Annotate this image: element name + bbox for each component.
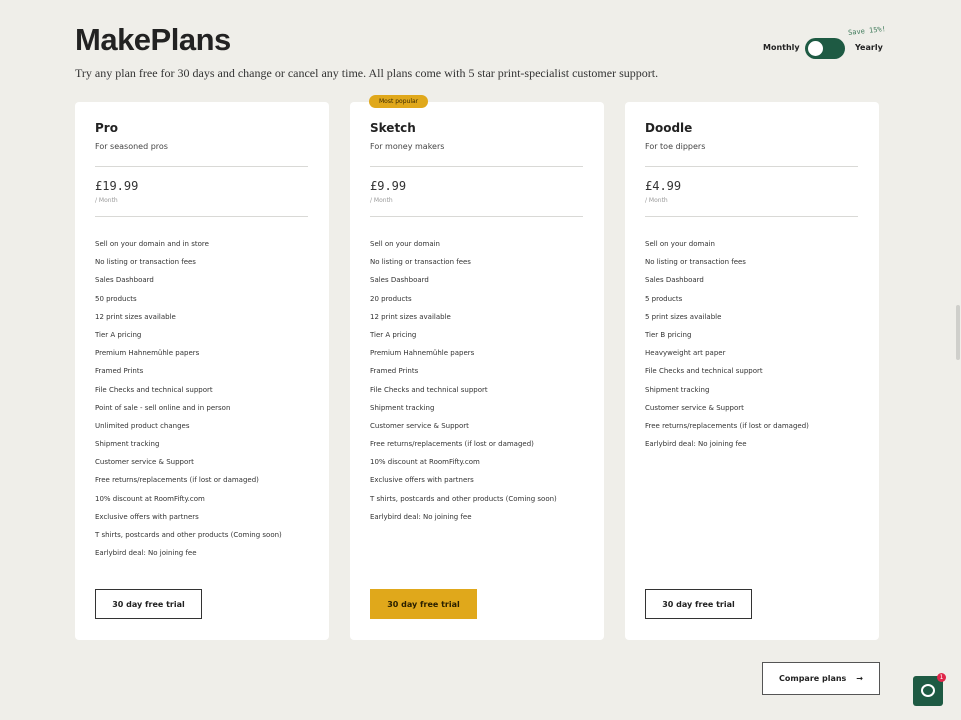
- plan-period: / Month: [370, 197, 393, 204]
- plan-period: / Month: [645, 197, 668, 204]
- plan-tagline: For toe dippers: [645, 142, 706, 151]
- feature-item: No listing or transaction fees: [645, 258, 746, 267]
- billing-toggle[interactable]: [805, 38, 845, 59]
- arrow-right-icon: →: [856, 674, 863, 683]
- feature-item: 12 print sizes available: [95, 312, 176, 321]
- compare-plans-button[interactable]: Compare plans →: [762, 662, 880, 695]
- feature-item: Sell on your domain: [370, 240, 440, 248]
- feature-item: Sales Dashboard: [95, 276, 154, 285]
- feature-item: 5 print sizes available: [645, 312, 722, 321]
- plan-price: £4.99: [645, 179, 682, 193]
- plan-tagline: For money makers: [370, 142, 445, 151]
- plan-price: £19.99: [95, 179, 139, 193]
- feature-item: Exclusive offers with partners: [370, 476, 474, 485]
- feature-item: Customer service & Support: [370, 421, 469, 430]
- page-subtitle: Try any plan free for 30 days and change…: [75, 66, 659, 80]
- feature-item: Customer service & Support: [95, 458, 194, 467]
- feature-item: 5 products: [645, 294, 683, 303]
- feature-item: No listing or transaction fees: [95, 258, 196, 267]
- divider: [645, 216, 858, 217]
- scrollbar-thumb[interactable]: [956, 305, 960, 360]
- plan-price: £9.99: [370, 179, 407, 193]
- plan-period: / Month: [95, 197, 118, 204]
- divider: [645, 166, 858, 167]
- feature-item: Premium Hahnemühle papers: [95, 349, 200, 358]
- feature-item: Sales Dashboard: [370, 276, 429, 285]
- plan-card-pro: Pro For seasoned pros £19.99 / Month Sel…: [75, 102, 329, 640]
- notification-badge: 1: [937, 673, 946, 682]
- feature-item: File Checks and technical support: [370, 385, 488, 394]
- compare-plans-label: Compare plans: [778, 674, 847, 683]
- feature-item: Point of sale - sell online and in perso…: [95, 403, 231, 412]
- most-popular-badge: Most popular: [369, 95, 429, 108]
- save-note: Save 15%!: [847, 25, 887, 37]
- chat-bubble-icon: [921, 684, 935, 697]
- feature-item: Sell on your domain: [645, 240, 715, 248]
- divider: [370, 166, 583, 167]
- feature-item: Tier A pricing: [370, 330, 417, 339]
- feature-item: Premium Hahnemühle papers: [370, 349, 475, 358]
- feature-item: Shipment tracking: [95, 440, 160, 449]
- feature-item: Free returns/replacements (if lost or da…: [645, 421, 809, 430]
- feature-item: Exclusive offers with partners: [95, 512, 199, 521]
- feature-item: 50 products: [95, 294, 137, 303]
- feature-item: Tier A pricing: [95, 330, 142, 339]
- feature-item: Customer service & Support: [645, 403, 744, 412]
- plan-name: Pro: [95, 121, 118, 135]
- feature-item: Earlybird deal: No joining fee: [370, 512, 472, 521]
- feature-item: 20 products: [370, 294, 412, 303]
- feature-item: Unlimited product changes: [95, 421, 190, 430]
- feature-item: Shipment tracking: [645, 385, 710, 394]
- monthly-label[interactable]: Monthly: [763, 43, 800, 52]
- divider: [370, 216, 583, 217]
- feature-item: 10% discount at RoomFifty.com: [95, 494, 205, 503]
- yearly-label[interactable]: Yearly: [855, 43, 883, 52]
- feature-item: Framed Prints: [370, 367, 419, 376]
- feature-item: T shirts, postcards and other products (…: [95, 531, 282, 539]
- feature-item: No listing or transaction fees: [370, 258, 471, 267]
- plan-card-sketch: Most popular Sketch For money makers £9.…: [350, 95, 604, 640]
- feature-list: Sell on your domain No listing or transa…: [370, 239, 557, 530]
- feature-list: Sell on your domain No listing or transa…: [645, 239, 809, 457]
- feature-item: Tier B pricing: [645, 330, 692, 339]
- feature-item: Earlybird deal: No joining fee: [95, 549, 197, 558]
- feature-item: Framed Prints: [95, 367, 144, 376]
- divider: [95, 216, 308, 217]
- toggle-knob: [808, 41, 823, 56]
- feature-item: Heavyweight art paper: [645, 349, 726, 358]
- feature-list: Sell on your domain and in store No list…: [95, 239, 282, 566]
- free-trial-button[interactable]: 30 day free trial: [370, 589, 477, 619]
- feature-item: Free returns/replacements (if lost or da…: [370, 440, 534, 449]
- chat-button[interactable]: 1: [913, 673, 946, 706]
- plan-name: Sketch: [370, 121, 416, 135]
- feature-item: 10% discount at RoomFifty.com: [370, 458, 480, 467]
- billing-period-switch: Save 15%! Monthly Yearly: [763, 25, 893, 66]
- divider: [95, 166, 308, 167]
- feature-item: Sales Dashboard: [645, 276, 704, 285]
- free-trial-button[interactable]: 30 day free trial: [95, 589, 202, 619]
- feature-item: T shirts, postcards and other products (…: [370, 494, 557, 503]
- feature-item: Shipment tracking: [370, 403, 435, 412]
- plan-tagline: For seasoned pros: [95, 142, 168, 151]
- feature-item: Free returns/replacements (if lost or da…: [95, 476, 259, 485]
- feature-item: Earlybird deal: No joining fee: [645, 440, 747, 449]
- free-trial-button[interactable]: 30 day free trial: [645, 589, 752, 619]
- feature-item: File Checks and technical support: [95, 385, 213, 394]
- page-title: MakePlans: [75, 22, 231, 57]
- plan-name: Doodle: [645, 121, 693, 135]
- feature-item: 12 print sizes available: [370, 312, 451, 321]
- plan-card-doodle: Doodle For toe dippers £4.99 / Month Sel…: [625, 102, 879, 640]
- feature-item: File Checks and technical support: [645, 367, 763, 376]
- feature-item: Sell on your domain and in store: [95, 240, 209, 248]
